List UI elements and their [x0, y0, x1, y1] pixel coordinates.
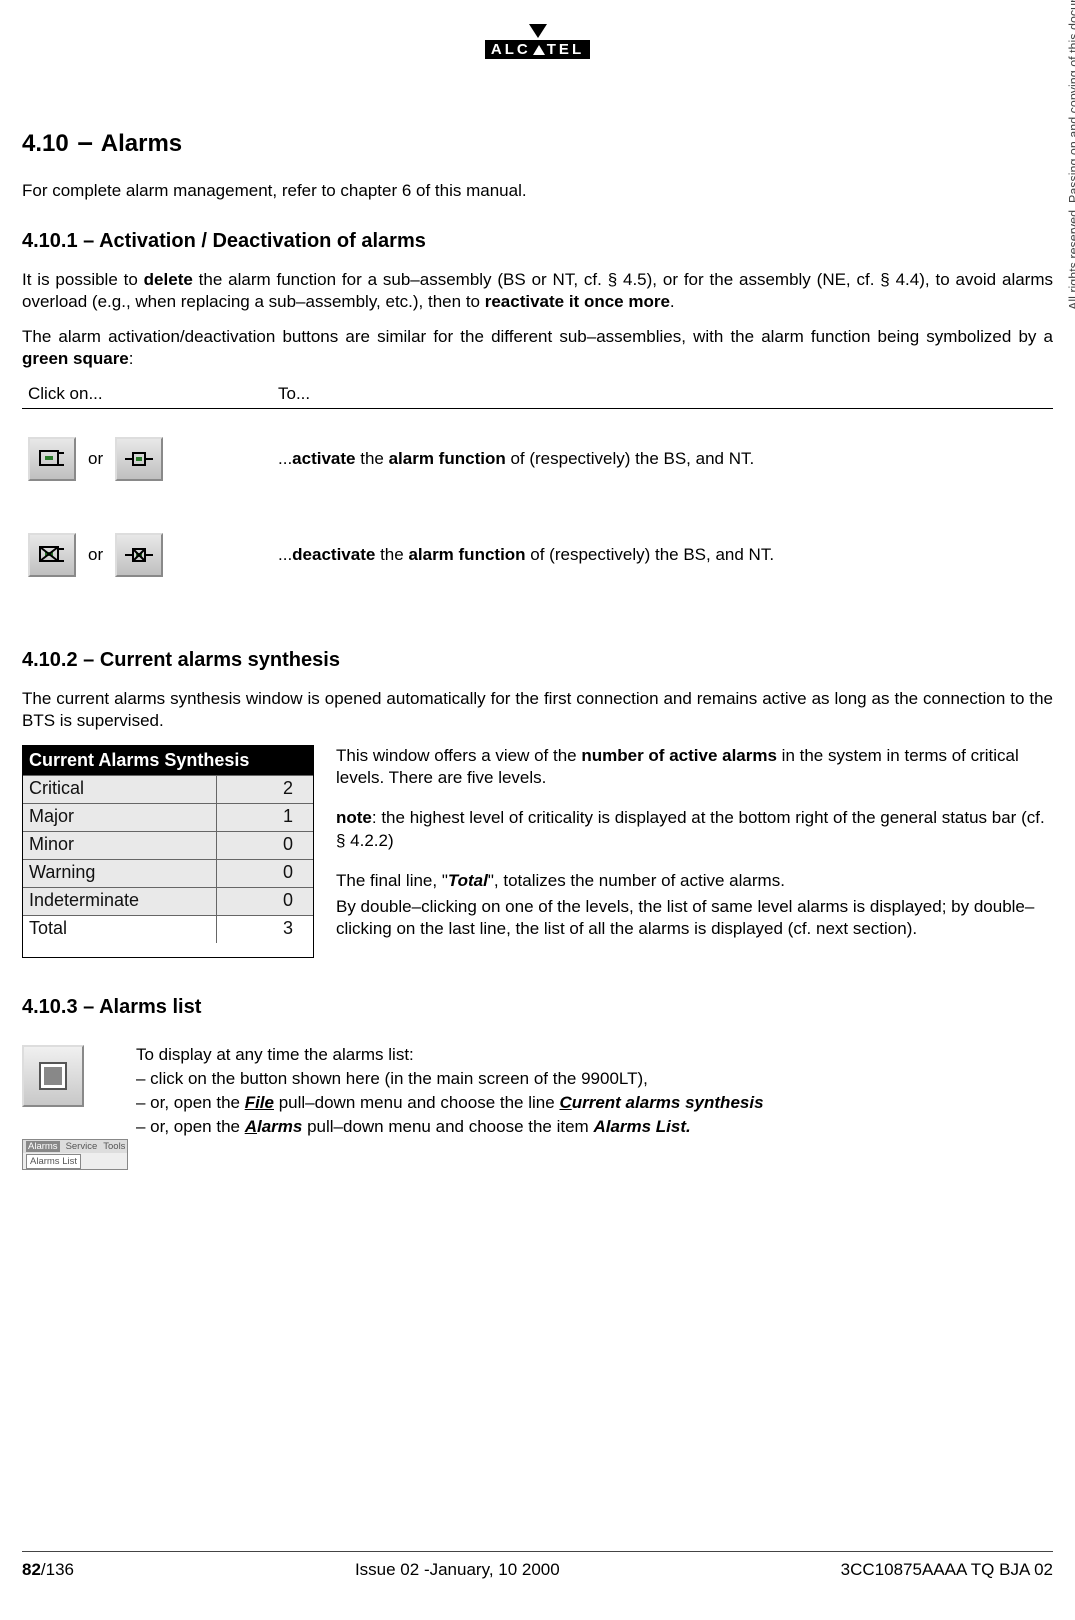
page-footer: 82/136 Issue 02 -January, 10 2000 3CC108…: [22, 1551, 1053, 1580]
row-value: 0: [217, 832, 313, 859]
table-row[interactable]: Minor0: [23, 831, 313, 859]
page-number: 82/136: [22, 1560, 74, 1580]
sub1-para1: It is possible to delete the alarm funct…: [22, 269, 1053, 313]
row-value: 1: [217, 804, 313, 831]
desc-para3: The final line, "Total", totalizes the n…: [336, 870, 1053, 892]
activate-nt-icon[interactable]: [115, 437, 163, 481]
row-label: Warning: [23, 860, 217, 887]
table-row[interactable]: Critical2: [23, 775, 313, 803]
row-label: Minor: [23, 832, 217, 859]
desc-para1: This window offers a view of the number …: [336, 745, 1053, 789]
deactivate-nt-icon[interactable]: [115, 533, 163, 577]
action-table-header: Click on... To...: [22, 384, 1053, 409]
subsection-4-10-2: 4.10.2 – Current alarms synthesis: [22, 649, 1053, 672]
activate-bs-icon[interactable]: [28, 437, 76, 481]
deactivate-bs-icon[interactable]: [28, 533, 76, 577]
section-heading: 4.10 – Alarms: [22, 126, 1053, 158]
subsection-4-10-3: 4.10.3 – Alarms list: [22, 996, 1053, 1019]
table-row[interactable]: Indeterminate0: [23, 887, 313, 915]
desc-para4: By double–clicking on one of the levels,…: [336, 896, 1053, 940]
rights-notice: All rights reserved. Passing on and copy…: [1067, 0, 1075, 310]
row-value: 3: [217, 916, 313, 943]
alarms-menu-thumbnail: Alarms Service Tools Alarms List: [22, 1139, 128, 1170]
alarms-list-instructions: To display at any time the alarms list: …: [136, 1045, 1053, 1141]
row-label: Indeterminate: [23, 888, 217, 915]
action-row-activate: or ...activate the alarm function of (re…: [22, 409, 1053, 493]
desc-para2: note: the highest level of criticality i…: [336, 807, 1053, 851]
sub2-para1: The current alarms synthesis window is o…: [22, 688, 1053, 732]
row-label: Major: [23, 804, 217, 831]
table-row[interactable]: Major1: [23, 803, 313, 831]
doc-ref: 3CC10875AAAA TQ BJA 02: [841, 1560, 1053, 1580]
issue-label: Issue 02 -January, 10 2000: [355, 1560, 560, 1580]
brand-logo: ALCTEL: [22, 30, 1053, 61]
row-label: Critical: [23, 776, 217, 803]
row-value: 0: [217, 860, 313, 887]
table-row[interactable]: Total3: [23, 915, 313, 943]
or-label: or: [88, 449, 103, 469]
row-value: 0: [217, 888, 313, 915]
alarms-list-button-icon[interactable]: [22, 1045, 84, 1107]
subsection-4-10-1: 4.10.1 – Activation / Deactivation of al…: [22, 230, 1053, 253]
row-value: 2: [217, 776, 313, 803]
or-label: or: [88, 545, 103, 565]
sub1-para2: The alarm activation/deactivation button…: [22, 326, 1053, 370]
row-label: Total: [23, 916, 217, 943]
intro-text: For complete alarm management, refer to …: [22, 180, 1053, 202]
alarms-window-title: Current Alarms Synthesis: [23, 746, 313, 775]
action-row-deactivate: or ...deactivate the alarm function of (…: [22, 493, 1053, 589]
table-row[interactable]: Warning0: [23, 859, 313, 887]
current-alarms-synthesis-window[interactable]: Current Alarms Synthesis Critical2Major1…: [22, 745, 314, 958]
